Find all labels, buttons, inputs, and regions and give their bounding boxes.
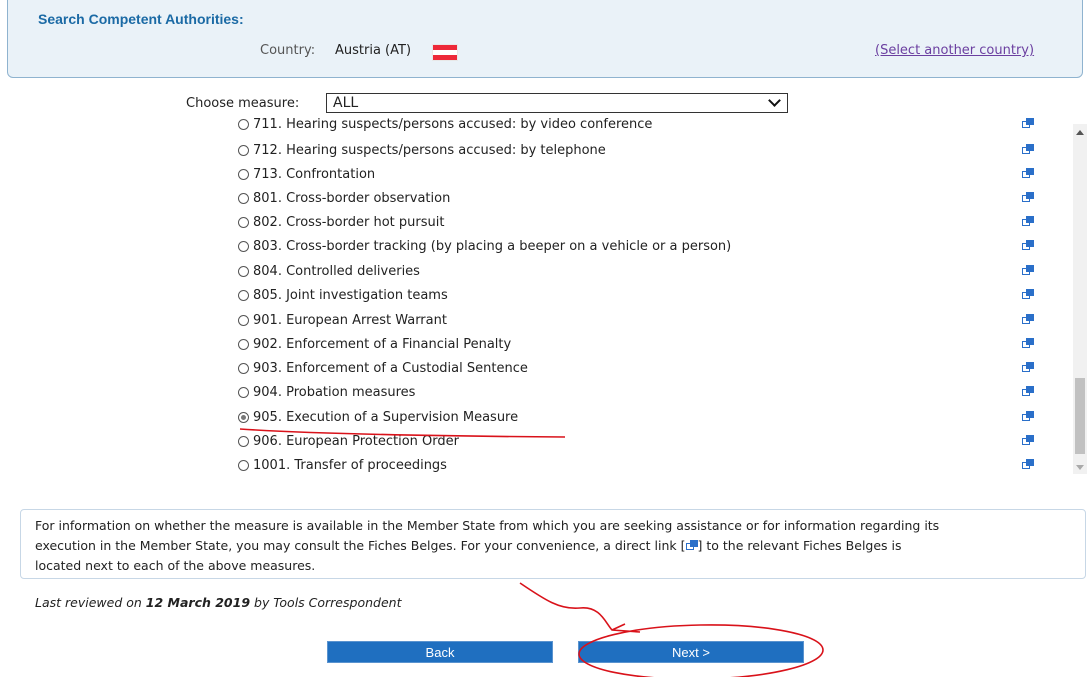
measure-option[interactable]: 904. Probation measures [238, 380, 1038, 404]
fiches-belges-link-icon[interactable] [1022, 386, 1034, 397]
measure-select[interactable]: ALL [326, 93, 788, 113]
fiches-belges-link-icon[interactable] [1022, 240, 1034, 251]
fiches-belges-link-icon[interactable] [1022, 118, 1034, 129]
measure-option[interactable]: 905. Execution of a Supervision Measure [238, 405, 1038, 429]
fiches-belges-link-icon[interactable] [1022, 289, 1034, 300]
measure-radio[interactable] [238, 314, 249, 326]
measure-option[interactable]: 902. Enforcement of a Financial Penalty [238, 332, 1038, 356]
measure-radio[interactable] [238, 338, 249, 350]
choose-measure-label: Choose measure: [186, 96, 300, 111]
last-reviewed-prefix: Last reviewed on [35, 595, 146, 610]
measure-list: 711. Hearing suspects/persons accused: b… [0, 118, 1088, 478]
measure-option-label: 713. Confrontation [253, 166, 376, 182]
measure-option-label: 803. Cross-border tracking (by placing a… [253, 238, 732, 254]
info-text-line2a: execution in the Member State, you may c… [35, 538, 686, 553]
fiches-belges-link-icon[interactable] [1022, 144, 1034, 155]
last-reviewed-suffix: by Tools Correspondent [250, 595, 402, 610]
scroll-up-arrow-icon[interactable] [1076, 130, 1084, 135]
austria-flag-icon [432, 44, 458, 61]
measure-radio[interactable] [238, 192, 249, 204]
measure-radio[interactable] [238, 386, 249, 398]
measure-select-value: ALL [333, 95, 359, 111]
last-reviewed-date: 12 March 2019 [145, 595, 251, 610]
measure-radio[interactable] [238, 411, 249, 423]
scrollbar-thumb[interactable] [1075, 378, 1085, 454]
measure-option[interactable]: 802. Cross-border hot pursuit [238, 210, 1038, 234]
fiches-belges-link-icon[interactable] [1022, 459, 1034, 470]
measure-option-label: 711. Hearing suspects/persons accused: b… [253, 118, 653, 132]
measure-option[interactable]: 803. Cross-border tracking (by placing a… [238, 234, 1038, 258]
measure-option[interactable]: 903. Enforcement of a Custodial Sentence [238, 356, 1038, 380]
fiches-belges-link-icon[interactable] [1022, 435, 1034, 446]
last-reviewed: Last reviewed on 12 March 2019 by Tools … [35, 595, 401, 610]
annotation-arrow [519, 582, 641, 633]
list-scrollbar[interactable] [1073, 124, 1087, 474]
measure-radio[interactable] [238, 289, 249, 301]
country-value: Austria (AT) [335, 43, 412, 58]
search-panel: Search Competent Authorities: Country: A… [7, 0, 1083, 78]
measure-option[interactable]: 804. Controlled deliveries [238, 259, 1038, 283]
measure-option-label: 802. Cross-border hot pursuit [253, 214, 445, 230]
info-text-line1: For information on whether the measure i… [35, 518, 940, 533]
measure-option-label: 902. Enforcement of a Financial Penalty [253, 336, 512, 352]
measure-option-label: 712. Hearing suspects/persons accused: b… [253, 142, 606, 158]
search-title: Search Competent Authorities: [38, 11, 244, 27]
fiches-belges-link-icon[interactable] [1022, 216, 1034, 227]
fiches-belges-link-icon[interactable] [1022, 168, 1034, 179]
chevron-down-icon [768, 94, 781, 107]
measure-radio[interactable] [238, 459, 249, 471]
select-another-country-link[interactable]: (Select another country) [875, 43, 1034, 58]
measure-option[interactable]: 713. Confrontation [238, 162, 1038, 186]
measure-option[interactable]: 906. European Protection Order [238, 429, 1038, 453]
fiches-belges-link-icon[interactable] [1022, 192, 1034, 203]
measure-option[interactable]: 805. Joint investigation teams [238, 283, 1038, 307]
fiches-belges-link-icon[interactable] [1022, 338, 1034, 349]
info-text-line2b: ] to the relevant Fiches Belges is [697, 538, 902, 553]
measure-radio[interactable] [238, 435, 249, 447]
external-link-icon [685, 540, 698, 551]
measure-radio[interactable] [238, 362, 249, 374]
country-label: Country: [260, 43, 316, 58]
info-box: For information on whether the measure i… [20, 509, 1086, 579]
measure-radio[interactable] [238, 265, 249, 277]
measure-radio[interactable] [238, 118, 249, 130]
measure-option[interactable]: 1001. Transfer of proceedings [238, 453, 1038, 477]
back-button[interactable]: Back [327, 641, 553, 663]
measure-radio[interactable] [238, 144, 249, 156]
measure-option-label: 903. Enforcement of a Custodial Sentence [253, 360, 528, 376]
fiches-belges-link-icon[interactable] [1022, 362, 1034, 373]
measure-radio[interactable] [238, 168, 249, 180]
next-button[interactable]: Next > [578, 641, 804, 663]
measure-radio[interactable] [238, 216, 249, 228]
measure-option-label: 805. Joint investigation teams [253, 287, 448, 303]
fiches-belges-link-icon[interactable] [1022, 265, 1034, 276]
fiches-belges-link-icon[interactable] [1022, 411, 1034, 422]
measure-option-label: 804. Controlled deliveries [253, 263, 420, 279]
measure-option-label: 1001. Transfer of proceedings [253, 457, 447, 473]
measure-radio[interactable] [238, 240, 249, 252]
measure-option[interactable]: 901. European Arrest Warrant [238, 308, 1038, 332]
measure-option-label: 906. European Protection Order [253, 433, 459, 449]
measure-option-label: 801. Cross-border observation [253, 190, 451, 206]
scroll-down-arrow-icon[interactable] [1076, 465, 1084, 470]
measure-option[interactable]: 801. Cross-border observation [238, 186, 1038, 210]
measure-option-label: 904. Probation measures [253, 384, 416, 400]
measure-option[interactable]: 712. Hearing suspects/persons accused: b… [238, 138, 1038, 162]
fiches-belges-link-icon[interactable] [1022, 314, 1034, 325]
measure-option-label: 905. Execution of a Supervision Measure [253, 409, 519, 425]
info-text-line3: located next to each of the above measur… [35, 558, 316, 573]
measure-option[interactable]: 711. Hearing suspects/persons accused: b… [238, 118, 1038, 136]
measure-option-label: 901. European Arrest Warrant [253, 312, 447, 328]
